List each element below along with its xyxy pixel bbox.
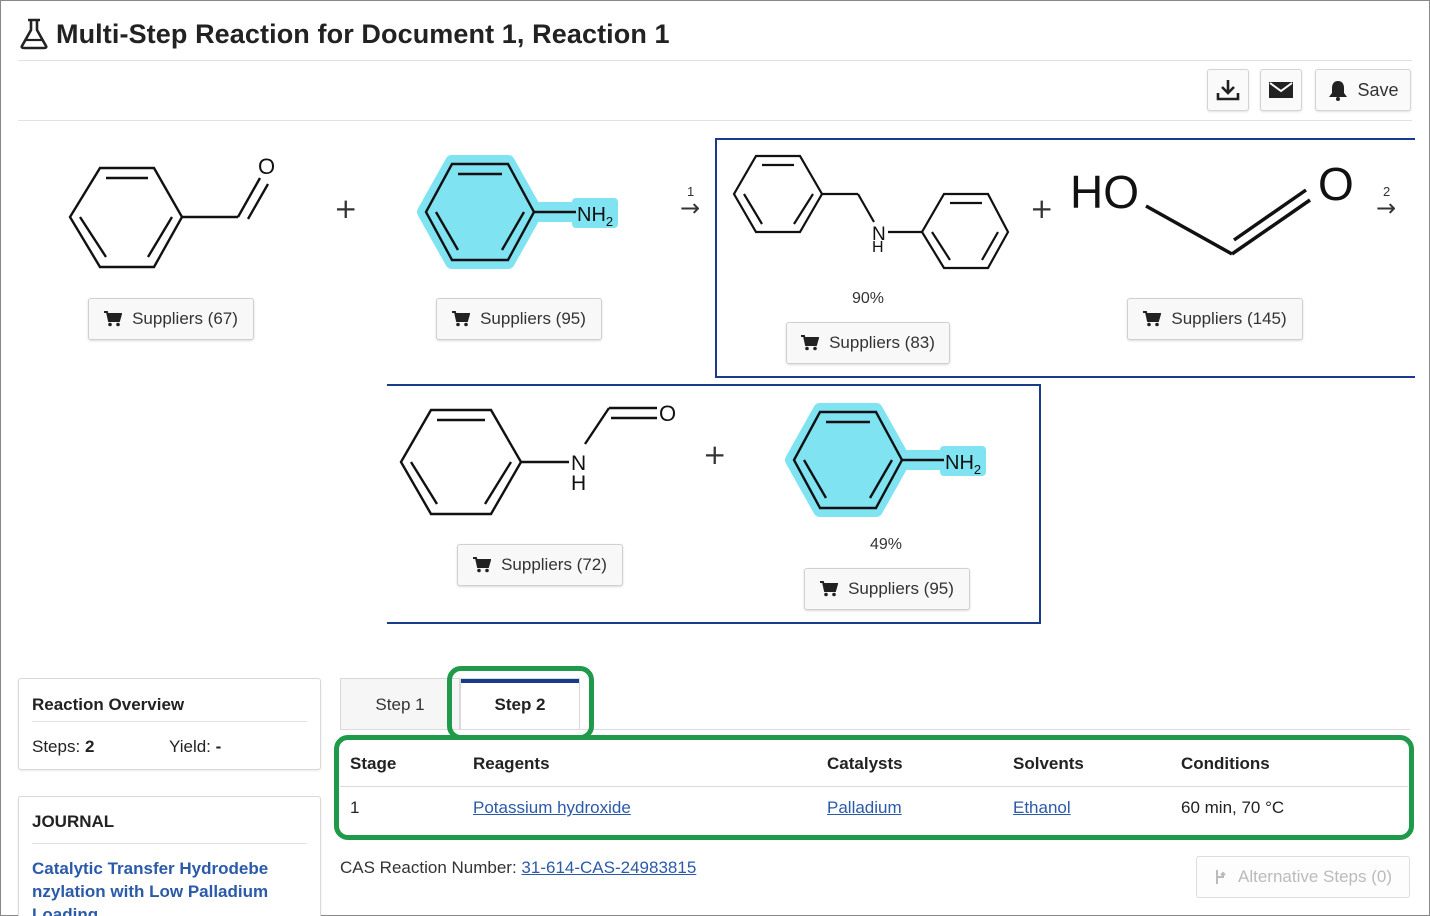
branch-icon xyxy=(1215,870,1226,884)
benzaldehyde-structure: O xyxy=(68,154,275,269)
step-number-label: 2 xyxy=(1383,184,1391,199)
hydrogen-label: H xyxy=(872,239,884,256)
steps-stat: Steps: 2 xyxy=(32,737,94,757)
cart-icon xyxy=(104,311,123,327)
save-button[interactable]: Save xyxy=(1315,69,1411,111)
column-header: Solvents xyxy=(1003,742,1171,787)
divider xyxy=(32,843,307,844)
aniline-structure: NH2 xyxy=(785,403,986,517)
reaction-arrow-step1: 1 → xyxy=(680,184,700,222)
step2-tab-highlight xyxy=(447,666,594,740)
steps-label: Steps: xyxy=(32,737,81,756)
suppliers-label: Suppliers (67) xyxy=(132,309,238,328)
bell-icon xyxy=(1329,81,1348,101)
step-conditions-table: Stage Reagents Catalysts Solvents Condit… xyxy=(340,742,1408,830)
oxygen-label: O xyxy=(1318,160,1354,210)
plus-sign: + xyxy=(334,192,358,225)
yield-label: Yield: xyxy=(169,737,211,756)
suppliers-button[interactable]: Suppliers (83) xyxy=(786,322,950,364)
suppliers-button[interactable]: Suppliers (95) xyxy=(804,568,970,610)
divider xyxy=(18,60,1412,61)
column-header: Catalysts xyxy=(817,742,1003,787)
journal-card: JOURNAL Catalytic Transfer Hydrodebe nzy… xyxy=(18,796,321,916)
reaction-overview-card: Reaction Overview Steps: 2 Yield: - xyxy=(18,678,321,770)
suppliers-label: Suppliers (145) xyxy=(1171,309,1287,328)
save-label: Save xyxy=(1357,79,1399,100)
suppliers-button[interactable]: Suppliers (145) xyxy=(1127,298,1303,340)
email-button[interactable] xyxy=(1260,69,1302,111)
divider xyxy=(32,721,307,722)
reaction-arrow-step2: 2 → xyxy=(1376,184,1396,222)
reagent-link[interactable]: Potassium hydroxide xyxy=(473,798,631,817)
step-number-label: 1 xyxy=(687,184,695,199)
cart-icon xyxy=(801,335,820,351)
formanilide-structure: N H O xyxy=(399,401,676,516)
solvent-link[interactable]: Ethanol xyxy=(1013,798,1071,817)
flask-icon xyxy=(20,18,48,50)
column-header: Conditions xyxy=(1171,742,1408,787)
cart-icon xyxy=(452,311,471,327)
cas-label: CAS Reaction Number: xyxy=(340,858,517,877)
cart-icon xyxy=(820,581,839,597)
alternative-steps-button[interactable]: Alternative Steps (0) xyxy=(1196,856,1410,898)
journal-title: JOURNAL xyxy=(32,812,115,831)
suppliers-label: Suppliers (95) xyxy=(480,309,586,328)
cas-number-link[interactable]: 31-614-CAS-24983815 xyxy=(521,858,696,877)
column-header: Reagents xyxy=(463,742,817,787)
yield-value: 49% xyxy=(870,536,903,553)
stage-cell: 1 xyxy=(350,798,360,818)
column-header: Stage xyxy=(340,742,463,787)
suppliers-label: Suppliers (72) xyxy=(501,555,607,574)
n-benzylaniline-structure: N H xyxy=(732,154,1010,270)
cas-reaction-number: CAS Reaction Number: 31-614-CAS-24983815 xyxy=(340,858,696,878)
aniline-structure: NH2 xyxy=(417,155,618,269)
yield-value: - xyxy=(215,737,222,756)
suppliers-button[interactable]: Suppliers (72) xyxy=(457,544,623,586)
plus-sign: + xyxy=(1030,192,1054,225)
oxygen-label: O xyxy=(659,401,676,426)
tab-step-1[interactable]: Step 1 xyxy=(340,678,460,730)
table-header-row: Stage Reagents Catalysts Solvents Condit… xyxy=(340,742,1408,787)
formic-acid-structure: HO O xyxy=(1070,160,1354,256)
suppliers-label: Suppliers (95) xyxy=(848,579,954,598)
overview-title: Reaction Overview xyxy=(32,695,185,714)
suppliers-button[interactable]: Suppliers (67) xyxy=(88,298,254,340)
alternative-steps-label: Alternative Steps (0) xyxy=(1237,867,1392,886)
oxygen-label: O xyxy=(258,154,275,179)
ho-label: HO xyxy=(1070,166,1139,218)
yield-stat: Yield: - xyxy=(169,737,221,757)
journal-link[interactable]: Catalytic Transfer Hydrodebe nzylation w… xyxy=(32,857,268,916)
suppliers-label: Suppliers (83) xyxy=(829,333,935,352)
suppliers-button[interactable]: Suppliers (95) xyxy=(436,298,602,340)
download-icon xyxy=(1216,80,1240,101)
divider xyxy=(18,120,1412,121)
page-title: Multi-Step Reaction for Document 1, Reac… xyxy=(56,18,670,49)
tab-label: Step 1 xyxy=(375,694,425,714)
download-button[interactable] xyxy=(1207,69,1249,111)
plus-sign: + xyxy=(703,438,727,471)
yield-value: 90% xyxy=(852,290,885,307)
table-row: 1 Potassium hydroxide Palladium Ethanol … xyxy=(340,786,1408,830)
catalyst-link[interactable]: Palladium xyxy=(827,798,902,817)
cart-icon xyxy=(473,557,492,573)
steps-value: 2 xyxy=(84,737,95,756)
cart-icon xyxy=(1143,311,1162,327)
envelope-icon xyxy=(1269,82,1293,98)
hydrogen-label: H xyxy=(571,472,586,495)
page-header: Multi-Step Reaction for Document 1, Reac… xyxy=(20,14,670,54)
conditions-cell: 60 min, 70 °C xyxy=(1181,798,1285,818)
